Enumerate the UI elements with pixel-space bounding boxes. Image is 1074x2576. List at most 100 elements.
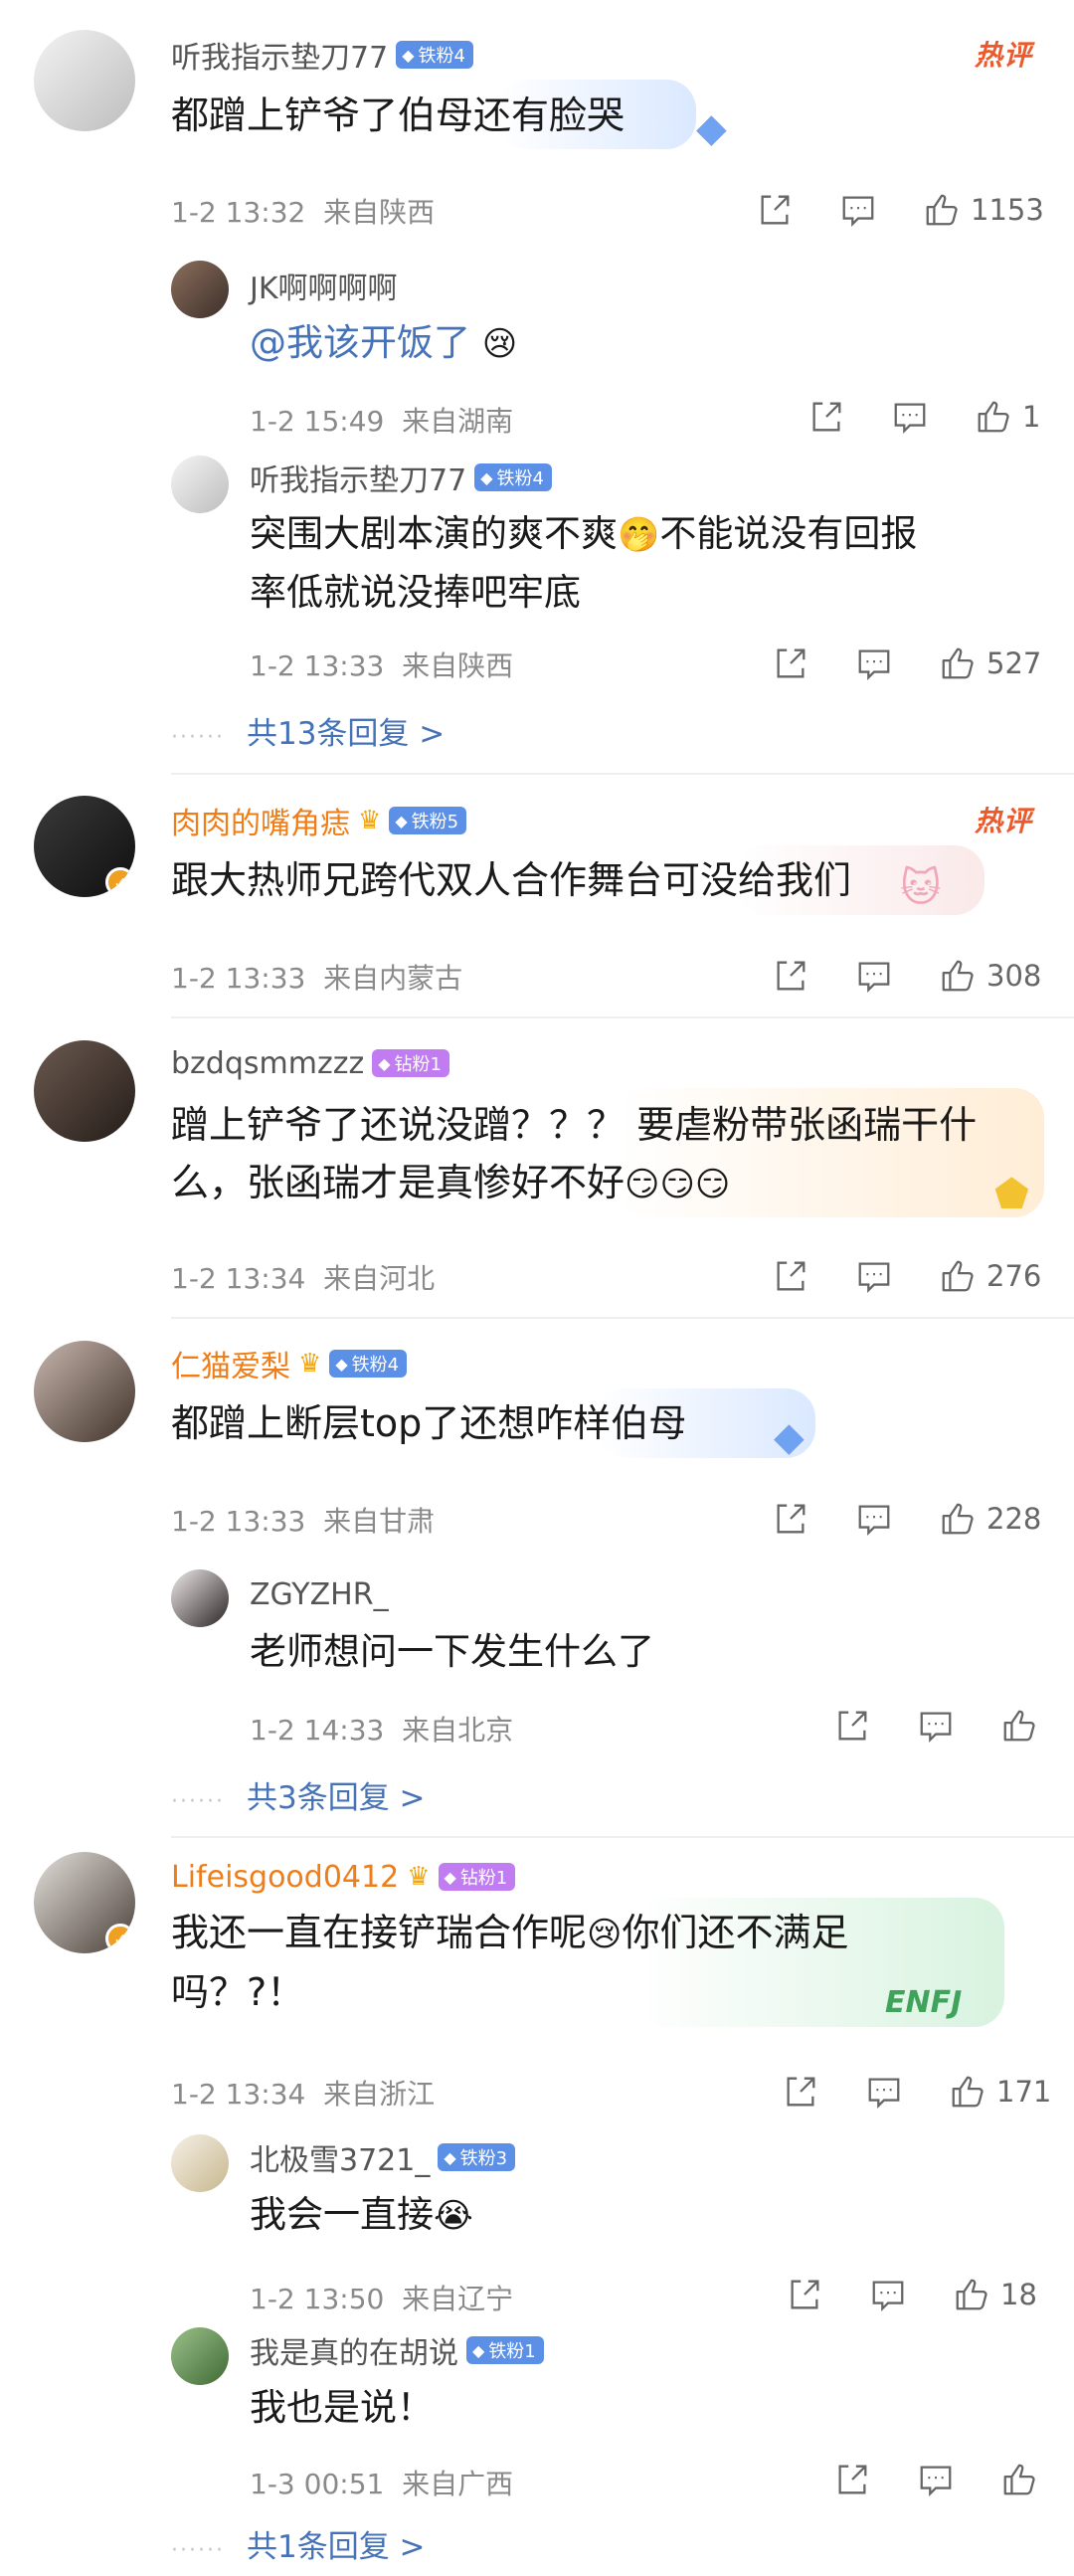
like-count: 228 [986, 1502, 1042, 1536]
username[interactable]: Lifeisgood0412 [171, 1860, 399, 1895]
username[interactable]: bzdqsmmzzz [171, 1046, 364, 1081]
fan-badge: ◆ 铁粉4 [329, 1350, 408, 1378]
share-icon[interactable] [772, 644, 809, 682]
share-icon[interactable] [833, 1707, 871, 1745]
comment-time: 1-2 13:34 [171, 2078, 306, 2111]
more-replies-label: 共3条回复 > [246, 1780, 426, 1816]
reply-time: 1-3 00:51 [250, 2468, 385, 2500]
reply-actions: 1 [807, 392, 1040, 442]
fan-badge: ◆ 铁粉4 [474, 463, 552, 491]
comment-text: 都蹭上铲爷了伯母还有脸哭 [171, 93, 626, 137]
comment-icon[interactable] [891, 398, 929, 436]
comment-meta: 1-2 13:33 来自内蒙古 [171, 957, 462, 997]
share-icon[interactable] [807, 398, 845, 436]
comment-text-line2: 么，张函瑞才是真惨好不好 [171, 1161, 626, 1204]
comment-text: 蹭上铲爷了还说没蹭？？？ 要虐粉带张函瑞干什 么，张函瑞才是真惨好不好😏😏😏 [171, 1096, 977, 1213]
share-icon[interactable] [772, 1500, 809, 1538]
more-replies-link[interactable]: ······ 共1条回复 > [171, 2521, 426, 2566]
like-icon[interactable] [939, 1257, 977, 1295]
reply-author-row: 北极雪3721_ ◆ 铁粉3 [250, 2132, 516, 2182]
reply-username[interactable]: 听我指示垫刀77 [250, 456, 466, 499]
like-icon[interactable] [1000, 2461, 1038, 2498]
more-replies-link[interactable]: ······ 共13条回复 > [171, 708, 445, 753]
smirk-face-icon: 😏 [625, 1165, 660, 1204]
share-icon[interactable] [756, 191, 794, 229]
like-icon[interactable] [949, 2073, 986, 2111]
like-icon[interactable] [923, 191, 961, 229]
like-icon[interactable] [939, 1500, 977, 1538]
reply-username[interactable]: 我是真的在胡说 [250, 2328, 458, 2372]
comment-text: 我还一直在接铲瑞合作呢😢你们还不满足 吗？?！ [171, 1904, 848, 2021]
reply-username[interactable]: JK啊啊啊啊 [250, 264, 398, 307]
reply-meta: 1-3 00:51 来自广西 [250, 2463, 513, 2502]
comment-location: 来自河北 [323, 1262, 436, 1295]
crown-icon: ♛ [298, 1349, 322, 1379]
user-avatar[interactable]: ✓ [34, 1852, 135, 1953]
reply-username[interactable]: 北极雪3721_ [250, 2135, 430, 2179]
reply-text: 我会一直接😭 [250, 2186, 473, 2245]
fan-badge: ◆ 铁粉3 [438, 2143, 516, 2171]
reply-text-line1: 突围大剧本演的爽不爽 [250, 512, 618, 555]
diamond-icon: ◆ [335, 1354, 348, 1374]
like-icon[interactable] [939, 957, 977, 995]
comment-icon[interactable] [865, 2073, 903, 2111]
comment-icon[interactable] [855, 1257, 893, 1295]
reply-avatar[interactable] [171, 1569, 229, 1627]
user-avatar[interactable] [34, 1341, 135, 1442]
comment-icon[interactable] [839, 191, 877, 229]
fan-badge-label: 钻粉1 [459, 1868, 508, 1889]
reply-avatar[interactable] [171, 261, 229, 318]
reply-meta: 1-2 15:49 来自湖南 [250, 400, 513, 440]
user-avatar[interactable]: ✓ [34, 796, 135, 897]
hot-comment-badge: 热评 [974, 39, 1032, 72]
comment-icon[interactable] [855, 1500, 893, 1538]
comment-icon[interactable] [855, 957, 893, 995]
reply-actions: 18 [786, 2270, 1037, 2319]
user-avatar[interactable] [34, 30, 135, 131]
comment-text-line1a: 我还一直在接铲瑞合作呢 [171, 1911, 588, 1954]
reply-avatar[interactable] [171, 2327, 229, 2385]
reply-actions [833, 1701, 1048, 1750]
reply-avatar[interactable] [171, 456, 229, 513]
user-avatar[interactable] [34, 1040, 135, 1142]
comment-author-row: Lifeisgood0412 ♛ ◆ 钻粉1 [171, 1852, 516, 1902]
more-replies-link[interactable]: ······ 共3条回复 > [171, 1772, 426, 1817]
mention-link[interactable]: @我该开饭了 [250, 321, 470, 364]
fan-badge: ◆ 铁粉5 [389, 807, 467, 834]
like-icon[interactable] [1000, 1707, 1038, 1745]
diamond-icon: ◆ [444, 2147, 456, 2167]
username[interactable]: 肉肉的嘴角痣 [171, 799, 350, 842]
like-count: 18 [1000, 2278, 1037, 2311]
reply-meta: 1-2 13:50 来自辽宁 [250, 2278, 513, 2317]
comment-icon[interactable] [917, 2461, 955, 2498]
reply-username[interactable]: ZGYZHR_ [250, 1577, 389, 1612]
diamond-decoration-icon: ◆ [774, 1414, 805, 1460]
cat-decoration-icon: 🐱 [900, 865, 942, 911]
username[interactable]: 听我指示垫刀77 [171, 33, 388, 77]
comment-time: 1-2 13:34 [171, 1262, 306, 1295]
username[interactable]: 仁猫爱梨 [171, 1342, 290, 1385]
like-icon[interactable] [939, 644, 977, 682]
comment-time: 1-2 13:33 [171, 1505, 306, 1538]
share-icon[interactable] [772, 957, 809, 995]
like-icon[interactable] [975, 398, 1012, 436]
more-replies-label: 共1条回复 > [246, 2529, 426, 2565]
comment-meta: 1-2 13:34 来自河北 [171, 1257, 435, 1297]
like-icon[interactable] [953, 2276, 990, 2313]
comment-icon[interactable] [869, 2276, 907, 2313]
diamond-icon: ◆ [480, 467, 493, 487]
share-icon[interactable] [786, 2276, 823, 2313]
share-icon[interactable] [782, 2073, 819, 2111]
comment-actions: 171 [782, 2067, 1051, 2116]
fan-badge-label: 铁粉4 [418, 46, 465, 67]
reply-time: 1-2 14:33 [250, 1714, 385, 1747]
comment-author-row: 肉肉的嘴角痣 ♛ ◆ 铁粉5 [171, 796, 467, 845]
comment-meta: 1-2 13:34 来自浙江 [171, 2073, 435, 2113]
share-icon[interactable] [772, 1257, 809, 1295]
reply-avatar[interactable] [171, 2134, 229, 2192]
comment-icon[interactable] [917, 1707, 955, 1745]
comment-icon[interactable] [855, 644, 893, 682]
smirk-face-icon: 😏 [659, 1165, 695, 1204]
share-icon[interactable] [833, 2461, 871, 2498]
comment-meta: 1-2 13:33 来自甘肃 [171, 1500, 435, 1540]
